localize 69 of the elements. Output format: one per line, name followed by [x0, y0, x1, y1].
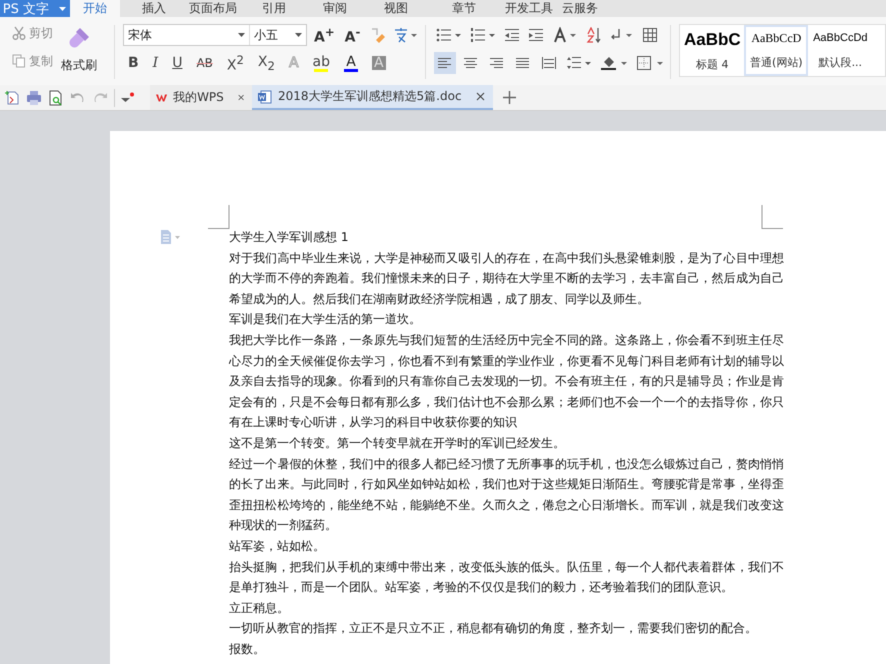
decrease-indent-icon: [504, 27, 520, 43]
new-document-icon: [4, 90, 20, 106]
ribbon-tab[interactable]: 章节: [432, 0, 496, 17]
change-case-icon: [552, 27, 578, 43]
new-tab-icon[interactable]: [502, 91, 516, 104]
style-preset[interactable]: AaBbCcD 普通(网站): [744, 25, 808, 76]
caret-icon: [238, 33, 245, 37]
print-preview-icon: [48, 90, 64, 106]
document-icon: [258, 90, 272, 104]
format-button[interactable]: U: [167, 52, 188, 74]
margin-corner-mark: [761, 205, 783, 229]
table-icon: [642, 27, 658, 43]
line-spacing-icon: [566, 55, 592, 71]
grow-font-button[interactable]: A$^{+}$: [311, 24, 338, 46]
scissors-icon: [12, 26, 26, 40]
numbered-list-icon: [470, 27, 496, 43]
paragraph: 报数。: [229, 640, 266, 658]
app-menu-button[interactable]: PS 文字: [0, 0, 70, 17]
caret-icon: [295, 33, 302, 37]
paragraph: 大学生入学军训感想 1: [229, 229, 350, 246]
align-left-icon: [438, 57, 452, 69]
ribbon-tab[interactable]: 审阅: [310, 0, 360, 17]
format-button[interactable]: X$_{2}$: [252, 52, 280, 74]
dropdown-icon: [121, 92, 135, 104]
format-button[interactable]: I: [148, 52, 164, 74]
paragraph: 抬头挺胸，把我们从手机的束缚中带出来，改变低头族的低头。队伍里，每一个人都代表着群体，我们不是单打独斗，而是一个团队。站军姿，考验的不仅仅是我们的毅力，还考验着我们的团队意识。: [229, 558, 784, 596]
document-tab[interactable]: 我的WPS: [150, 85, 252, 110]
shrink-font-button[interactable]: A$^{-}$: [342, 24, 364, 46]
pinyin-icon: [393, 27, 420, 43]
ribbon-tab[interactable]: 引用: [238, 0, 310, 17]
w-logo-icon: [156, 92, 168, 104]
caret-icon: [59, 6, 66, 10]
paragraph: 站军姿，站如松。: [229, 538, 326, 555]
border-icon: [636, 55, 664, 71]
close-icon[interactable]: [476, 92, 485, 101]
paragraph: 我把大学比作一条路，一条原先与我们短暂的生活经历中完全不同的路。这条路上，你会看不到班主任尽心尽力的全天候催促你去学习，你也看不到有繁重的学业作业，你更看不见每门科目老师有计划的辅导以及亲自去指导的现象。你看到的只有靠你自己去发现的一切。不会有班主任，有的只是辅导员；作业是肯定会有的，只是不会每日都有那么多，我们估计也不会那么累；老师们也不会一个一个的去指导你，你只有在上课时专心听讲，从学习的科目中收获你要的知识: [229, 332, 784, 432]
paragraph: 经过一个暑假的休整，我们中的很多人都已经习惯了无所事事的玩手机，也没怎么锻炼过自己，赘肉悄悄的长了出来。与此同时，行如风坐如钟站如松，我们也对于这些规矩日渐陌生。弯腰驼背是常事，坐得歪歪扭扭松松垮垮的，能坐绝不站，能躺绝不坐。久而久之，倦怠之心日渐增长。而军训，就是我们改变这种现状的一剂猛药。: [229, 456, 784, 534]
paragraph: 对于我们高中毕业生来说，大学是神秘而又吸引人的存在，在高中我们头悬梁锥刺股，是为了心目中理想的大学而不停的奔跑着。我们憧憬未来的日子，期待在大学里不断的去学习，去丰富自己，然后成为自己希望成为的人。然后我们在湖南财政经济学院相遇，成了朋友、同学以及师生。: [229, 250, 784, 308]
format-painter-button[interactable]: 格式刷: [59, 19, 99, 85]
paragraph: 立正稍息。: [229, 600, 290, 617]
align-distributed-icon: [542, 57, 556, 69]
bullet-list-icon: [436, 27, 462, 43]
align-justify-icon: [516, 57, 530, 69]
ribbon-tab[interactable]: 视图: [360, 0, 432, 17]
ribbon-tab[interactable]: 开始: [70, 0, 120, 17]
sort-icon: [586, 27, 602, 43]
paragraph: 军训是我们在大学生活的第一道坎。: [229, 311, 422, 328]
document-tab[interactable]: 2018大学生军训感想精选5篇.doc: [252, 85, 493, 110]
eraser-icon: [369, 27, 386, 43]
paragraph: 这不是第一个转变。第一个转变早就在开学时的军训已经发生。: [229, 434, 566, 452]
ribbon-tab[interactable]: 开发工具: [496, 0, 562, 17]
format-button[interactable]: X$^{2}$: [222, 52, 249, 74]
text-effect-button[interactable]: A: [338, 52, 363, 74]
align-left-button[interactable]: [434, 52, 456, 74]
ribbon-tab[interactable]: 插入: [120, 0, 188, 17]
margin-corner-mark: [208, 205, 230, 229]
print-icon: [26, 90, 42, 106]
align-right-icon: [490, 57, 504, 69]
font-size-dropdown[interactable]: 小五: [250, 25, 306, 45]
close-icon[interactable]: [238, 93, 244, 102]
ribbon-tab[interactable]: 页面布局: [188, 0, 238, 17]
align-center-icon: [464, 57, 478, 69]
ribbon-tab[interactable]: 云服务: [562, 0, 598, 17]
font-name-dropdown[interactable]: 宋体: [124, 25, 250, 45]
copy-icon: [12, 54, 26, 68]
text-effect-button[interactable]: ab: [308, 52, 335, 74]
paragraph: 一切听从教官的指挥，立正不是只立不正，稍息都有确切的角度，整齐划一，需要我们密切的配合。: [229, 620, 758, 638]
format-button[interactable]: B: [123, 52, 144, 74]
increase-indent-icon: [528, 27, 544, 43]
